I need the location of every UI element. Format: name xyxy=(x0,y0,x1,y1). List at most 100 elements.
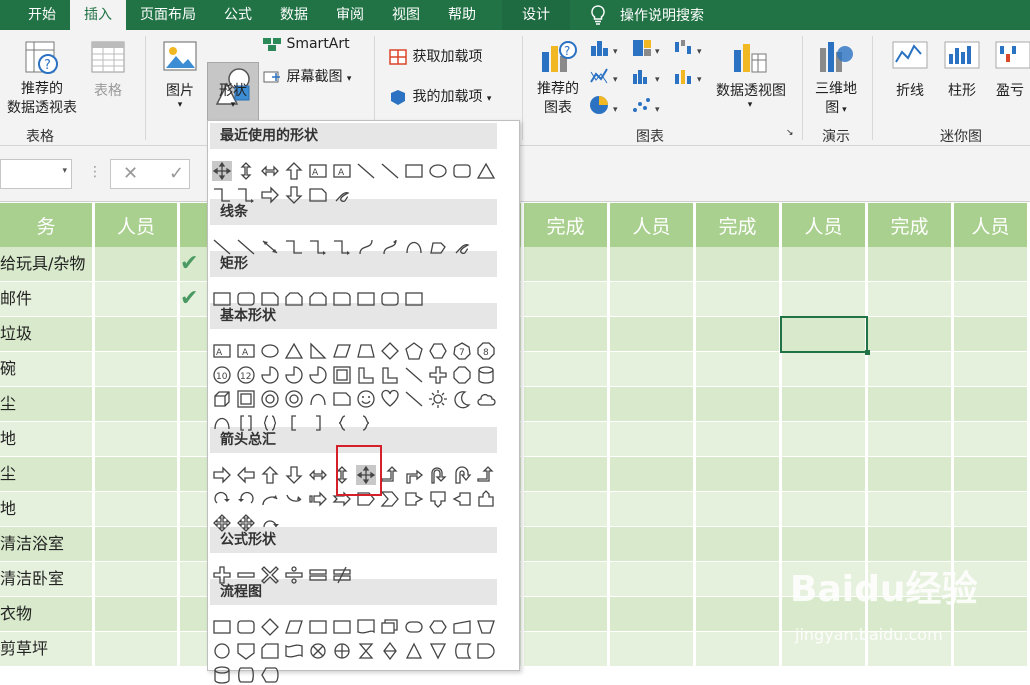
shape-prep-icon[interactable] xyxy=(428,617,448,637)
shape-cut2-icon[interactable] xyxy=(284,289,304,309)
table-cell[interactable] xyxy=(610,562,696,596)
table-cell[interactable] xyxy=(524,387,610,421)
shape-trap-icon[interactable] xyxy=(356,341,376,361)
table-cell[interactable] xyxy=(954,422,1030,456)
table-cell[interactable] xyxy=(868,527,954,561)
shape-display-icon[interactable] xyxy=(260,665,280,685)
table-cell[interactable] xyxy=(954,527,1030,561)
shape-smile-icon[interactable] xyxy=(356,389,376,409)
shape-callu-icon[interactable] xyxy=(476,489,496,509)
tell-me-search[interactable]: 操作说明搜索 xyxy=(590,5,704,25)
shape-tri-icon[interactable] xyxy=(284,341,304,361)
table-cell[interactable] xyxy=(954,352,1030,386)
table-cell[interactable] xyxy=(610,282,696,316)
shape-darrow-icon[interactable] xyxy=(260,237,280,257)
table-cell[interactable] xyxy=(610,527,696,561)
table-cell[interactable] xyxy=(782,492,868,526)
shape-elbow-icon[interactable] xyxy=(284,237,304,257)
pivot-chart-button[interactable] xyxy=(728,38,772,82)
table-cell[interactable] xyxy=(696,317,782,351)
shape-scribble-icon[interactable] xyxy=(452,237,472,257)
shape-pie-icon[interactable] xyxy=(260,365,280,385)
table-cell[interactable] xyxy=(95,317,180,351)
shape-rrect-icon[interactable] xyxy=(236,617,256,637)
table-cell[interactable] xyxy=(524,317,610,351)
shape-bentup-icon[interactable] xyxy=(476,465,496,485)
hierarchy-chart-button[interactable]: ▾ xyxy=(630,38,666,62)
shape-line-icon[interactable] xyxy=(404,365,424,385)
shape-pent-icon[interactable] xyxy=(404,341,424,361)
table-cell[interactable] xyxy=(524,492,610,526)
table-cell[interactable] xyxy=(868,387,954,421)
table-cell[interactable] xyxy=(95,527,180,561)
shape-text-icon[interactable]: A xyxy=(212,341,232,361)
name-box[interactable]: ▾ xyxy=(0,159,72,189)
shape-bent-icon[interactable] xyxy=(404,465,424,485)
shape-circ-icon[interactable] xyxy=(260,513,280,533)
scatter-chart-button[interactable]: ▾ xyxy=(630,94,666,120)
table-cell[interactable] xyxy=(696,422,782,456)
shape-sort-icon[interactable] xyxy=(380,641,400,661)
shape-bracket-icon[interactable] xyxy=(236,413,256,433)
shape-rrect-icon[interactable] xyxy=(452,161,472,181)
shape-tape-icon[interactable] xyxy=(284,641,304,661)
shape-calld-icon[interactable] xyxy=(428,489,448,509)
tab-data[interactable]: 数据 xyxy=(266,0,322,30)
shape-div-icon[interactable] xyxy=(284,565,304,585)
shape-lr-icon[interactable] xyxy=(260,161,280,181)
shape-rbr-icon[interactable] xyxy=(308,413,328,433)
shape-rect-icon[interactable] xyxy=(308,617,328,637)
table-cell[interactable] xyxy=(954,457,1030,491)
shape-cyl-icon[interactable] xyxy=(476,365,496,385)
screenshot-button[interactable]: 屏幕截图 ▾ xyxy=(262,66,362,86)
table-cell[interactable] xyxy=(696,457,782,491)
shape-rect-icon[interactable] xyxy=(404,161,424,181)
shape-up-icon[interactable] xyxy=(260,465,280,485)
table-cell[interactable] xyxy=(95,282,180,316)
table-cell[interactable] xyxy=(868,317,954,351)
shape-rect-icon[interactable] xyxy=(404,289,424,309)
shape-snip-icon[interactable] xyxy=(308,185,328,205)
table-cell[interactable] xyxy=(95,562,180,596)
table-cell[interactable] xyxy=(696,597,782,631)
shape-cloud-icon[interactable] xyxy=(476,389,496,409)
shape-delay-icon[interactable] xyxy=(476,641,496,661)
shape-offp-icon[interactable] xyxy=(236,641,256,661)
shape-donut-icon[interactable] xyxy=(260,389,280,409)
shape-donut-icon[interactable] xyxy=(284,389,304,409)
shape-mop-icon[interactable] xyxy=(476,617,496,637)
shape-line-icon[interactable] xyxy=(212,237,232,257)
table-cell[interactable] xyxy=(524,422,610,456)
shape-hex-icon[interactable] xyxy=(428,341,448,361)
table-cell[interactable] xyxy=(95,352,180,386)
shape-arc-icon[interactable] xyxy=(404,237,424,257)
shape-snip-icon[interactable] xyxy=(260,289,280,309)
shape-disk-icon[interactable] xyxy=(236,665,256,685)
smartart-button[interactable]: SmartArt xyxy=(262,36,358,52)
recommended-pivot-button[interactable]: ? xyxy=(10,38,74,82)
shape-calll-icon[interactable] xyxy=(452,489,472,509)
shape-curvea-icon[interactable] xyxy=(380,237,400,257)
table-cell[interactable] xyxy=(954,247,1030,281)
table-cell[interactable] xyxy=(696,352,782,386)
sparkline-line-button[interactable] xyxy=(890,40,930,74)
shape-collate-icon[interactable] xyxy=(356,641,376,661)
my-addins-button[interactable]: 我的加载项 ▾ xyxy=(388,86,512,106)
shape-diamond-icon[interactable] xyxy=(380,341,400,361)
table-cell[interactable] xyxy=(95,457,180,491)
name-box-dropdown-icon[interactable]: ▾ xyxy=(62,166,67,176)
shape-elbowa-icon[interactable] xyxy=(308,237,328,257)
shape-plus-icon[interactable] xyxy=(428,365,448,385)
table-cell[interactable] xyxy=(954,317,1030,351)
table-cell[interactable] xyxy=(696,562,782,596)
table-cell[interactable] xyxy=(696,387,782,421)
shape-oval-icon[interactable] xyxy=(260,341,280,361)
table-cell[interactable] xyxy=(610,457,696,491)
table-cell[interactable] xyxy=(868,422,954,456)
shape-num7-icon[interactable]: 7 xyxy=(452,341,472,361)
table-cell[interactable] xyxy=(782,527,868,561)
table-cell[interactable] xyxy=(95,597,180,631)
shape-curve-icon[interactable] xyxy=(356,237,376,257)
shape-round1-icon[interactable] xyxy=(332,289,352,309)
shape-curvedup-icon[interactable] xyxy=(260,489,280,509)
